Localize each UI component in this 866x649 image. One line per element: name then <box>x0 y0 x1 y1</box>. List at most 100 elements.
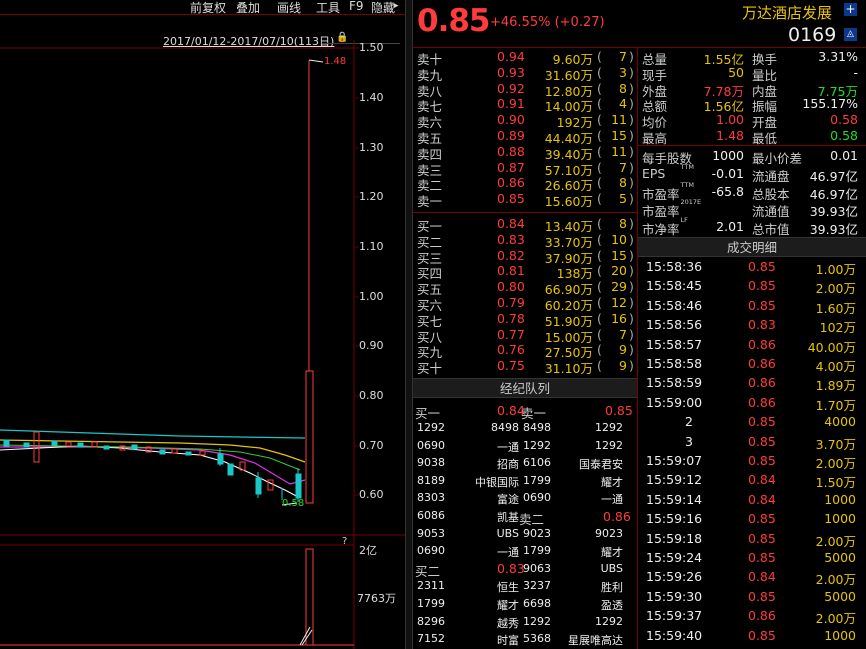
trade-price: 0.86 <box>748 336 776 352</box>
price-tick: 1.10 <box>359 240 384 253</box>
fund-row: 市盈率 TTM -65.8 总股本 46.97亿 <box>642 181 862 202</box>
paren-close: ) <box>629 326 634 342</box>
book-row[interactable]: 买七 0.78 51.90万(16) <box>417 310 637 329</box>
fund-value: 1000 <box>712 148 744 163</box>
trade-volume: 1.50万 <box>815 475 856 491</box>
splitter[interactable] <box>405 0 413 649</box>
trade-time: 15:59:18 <box>646 530 703 546</box>
book-row[interactable]: 买一 0.84 13.40万(8) <box>417 216 637 234</box>
trade-price: 0.85 <box>748 627 776 643</box>
broker-row[interactable]: 9038 招商 6106 国泰君安 <box>417 456 637 472</box>
book-row[interactable]: 卖三 0.87 57.10万(7) <box>417 160 637 178</box>
paren-close: ) <box>629 263 634 279</box>
book-count: 16 <box>611 310 627 326</box>
book-row[interactable]: 卖九 0.93 31.60万(3) <box>417 65 637 83</box>
book-row[interactable]: 卖六 0.90 192万(11) <box>417 112 637 130</box>
trade-volume: 2.00万 <box>815 611 856 627</box>
trade-row[interactable]: 15:58:56 0.83 102万 <box>642 317 862 336</box>
book-row[interactable]: 买三 0.82 37.90万(15) <box>417 247 637 266</box>
broker-row[interactable]: 0690 一通 1799 耀才 <box>417 544 637 560</box>
broker-id: 1799 <box>523 473 551 487</box>
price-tick: 0.70 <box>359 439 384 452</box>
broker-row[interactable]: 7152 时富 5368 星展唯高达 <box>417 632 637 648</box>
book-row[interactable]: 卖二 0.86 26.60万(8) <box>417 175 637 193</box>
trade-row[interactable]: 15:58:57 0.86 40.00万 <box>642 336 862 355</box>
book-row[interactable]: 买二 0.83 33.70万(10) <box>417 231 637 250</box>
trade-row[interactable]: 15:59:12 0.84 1.50万 <box>642 472 862 491</box>
bell-icon[interactable]: ◬ <box>844 28 857 41</box>
paren-close: ) <box>629 247 634 263</box>
book-price: 0.92 <box>497 80 525 96</box>
book-row[interactable]: 卖一 0.85 15.60万(5) <box>417 191 637 209</box>
book-row[interactable]: 买十 0.75 31.10万(9) <box>417 358 637 377</box>
broker-name: 9023 <box>595 526 623 540</box>
trade-row[interactable]: 15:59:16 0.85 1000 <box>642 511 862 527</box>
broker-row[interactable]: 0690 一通 1292 1292 <box>417 439 637 455</box>
trade-row[interactable]: 15:59:37 0.86 2.00万 <box>642 608 862 627</box>
trade-row[interactable]: 15:59:14 0.84 1000 <box>642 492 862 508</box>
trade-row[interactable]: 2 0.85 4000 <box>642 414 862 430</box>
help-icon[interactable]: ? <box>342 536 347 547</box>
broker-row[interactable]: 1799 耀才 6698 盈透 <box>417 597 637 613</box>
broker-row[interactable]: 1292 8498 8498 1292 <box>417 421 637 437</box>
trade-row[interactable]: 15:59:26 0.84 2.00万 <box>642 569 862 587</box>
trade-row[interactable]: 15:59:24 0.85 5000 <box>642 550 862 566</box>
fund-row: EPS TTM -0.01 流通盘 46.97亿 <box>642 163 862 184</box>
broker-row[interactable]: 8296 越秀 1292 1292 <box>417 615 637 631</box>
trades-title: 成交明细 <box>726 240 777 255</box>
broker-row[interactable]: 2311 恒生 3237 胜利 <box>417 579 637 595</box>
broker-row[interactable]: 8303 富途 0690 一通 <box>417 491 637 507</box>
book-price: 0.90 <box>497 112 525 128</box>
trade-price: 0.86 <box>748 608 776 624</box>
paren-open: ( <box>597 326 602 342</box>
book-row[interactable]: 买九 0.76 27.50万(9) <box>417 342 637 360</box>
trade-time: 3 <box>685 433 693 449</box>
trade-row[interactable]: 15:58:45 0.85 2.00万 <box>642 278 862 296</box>
stock-code: 0169 <box>788 24 837 46</box>
book-count: 7 <box>619 326 627 342</box>
trade-row[interactable]: 15:59:00 0.86 1.70万 <box>642 395 862 413</box>
trade-row[interactable]: 15:59:40 0.85 1000 <box>642 628 862 644</box>
trade-row[interactable]: 15:59:18 0.85 2.00万 <box>642 530 862 549</box>
chart-panel[interactable]: 前复权 叠加 画线 工具 F9 隐藏 ▸ 2017/01/12-2017/07/… <box>0 0 405 649</box>
book-row[interactable]: 卖五 0.89 44.40万(15) <box>417 128 637 146</box>
fund-label: 流通盘 <box>752 168 790 184</box>
book-row[interactable]: 买五 0.80 66.90万(29) <box>417 279 637 297</box>
book-row[interactable]: 卖四 0.88 39.40万(11) <box>417 143 637 162</box>
broker-name: UBS <box>600 561 623 575</box>
vol-tick: 2亿 <box>359 544 377 557</box>
book-row[interactable]: 卖十 0.94 9.60万(7) <box>417 49 637 67</box>
trade-volume: 102万 <box>819 320 856 336</box>
broker-name: UBS <box>496 526 519 540</box>
broker-row[interactable]: 8189 中银国际 1799 耀才 <box>417 474 637 490</box>
trade-row[interactable]: 15:58:59 0.86 1.89万 <box>642 375 862 393</box>
trade-row[interactable]: 3 0.85 3.70万 <box>642 433 862 452</box>
broker-id: 1799 <box>523 544 551 558</box>
trade-row[interactable]: 15:58:46 0.85 1.60万 <box>642 298 862 316</box>
book-row[interactable]: 买八 0.77 15.00万(7) <box>417 326 637 345</box>
book-row[interactable]: 卖八 0.92 12.80万(8) <box>417 80 637 99</box>
book-row[interactable]: 卖七 0.91 14.00万(4) <box>417 96 637 114</box>
paren-close: ) <box>629 143 634 159</box>
add-icon[interactable]: + <box>844 3 857 16</box>
trade-row[interactable]: 15:59:07 0.85 2.00万 <box>642 453 862 471</box>
book-count: 10 <box>611 231 627 247</box>
trade-row[interactable]: 15:59:30 0.85 5000 <box>642 589 862 605</box>
book-price: 0.86 <box>497 175 525 191</box>
trade-row[interactable]: 15:58:36 0.85 1.00万 <box>642 259 862 277</box>
broker-row[interactable]: 9053 UBS 9023 9023 <box>417 527 637 543</box>
book-price: 0.76 <box>497 342 525 358</box>
book-price: 0.82 <box>497 247 525 263</box>
broker-buy-label: 买一 <box>415 406 441 421</box>
broker-id: 8303 <box>417 491 445 505</box>
book-price: 0.89 <box>497 128 525 143</box>
paren-open: ( <box>597 128 602 143</box>
trade-row[interactable]: 15:58:58 0.86 4.00万 <box>642 356 862 374</box>
paren-open: ( <box>597 143 602 159</box>
book-row[interactable]: 买四 0.81 138万(20) <box>417 263 637 281</box>
broker-name: 耀才 <box>601 475 623 489</box>
book-label: 买十 <box>417 361 443 377</box>
candlestick-chart <box>0 40 405 649</box>
fund-label: 市盈率 <box>642 186 680 202</box>
book-row[interactable]: 买六 0.79 60.20万(12) <box>417 295 637 313</box>
